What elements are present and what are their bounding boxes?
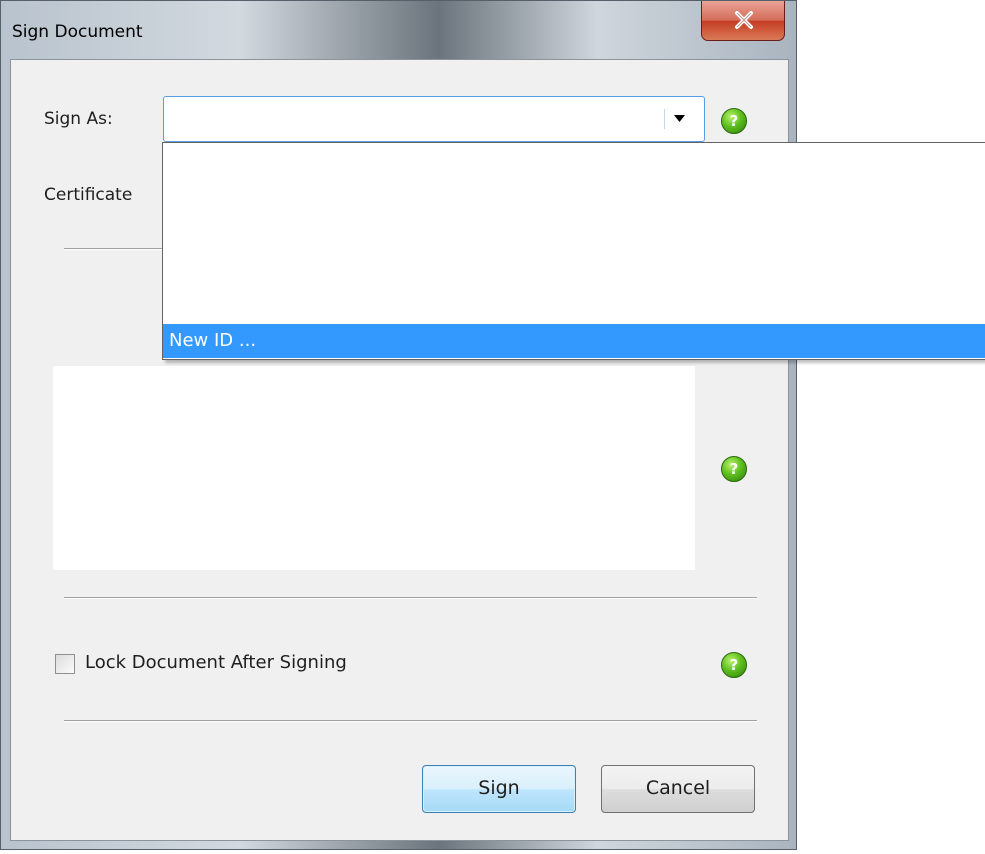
separator bbox=[64, 248, 164, 250]
chevron-down-icon bbox=[674, 115, 685, 122]
sign-as-combobox[interactable] bbox=[163, 96, 705, 142]
cancel-button[interactable]: Cancel bbox=[601, 765, 755, 813]
appearance-preview bbox=[53, 366, 695, 570]
sign-button[interactable]: Sign bbox=[422, 765, 576, 813]
dropdown-item-new-id[interactable]: New ID ... bbox=[163, 324, 985, 358]
sign-as-label: Sign As: bbox=[44, 109, 113, 129]
sign-as-dropdown-list: New ID ... bbox=[162, 142, 985, 360]
lock-document-checkbox[interactable] bbox=[55, 654, 75, 674]
help-icon[interactable]: ? bbox=[721, 652, 747, 678]
separator bbox=[64, 597, 757, 599]
close-icon bbox=[735, 11, 753, 29]
title-bar[interactable]: Sign Document bbox=[1, 1, 796, 59]
lock-document-label[interactable]: Lock Document After Signing bbox=[85, 652, 347, 673]
help-icon[interactable]: ? bbox=[721, 456, 747, 482]
separator bbox=[64, 720, 757, 722]
sign-document-dialog: Sign Document Sign As: ? Certificate ? L… bbox=[0, 0, 797, 850]
help-icon[interactable]: ? bbox=[721, 108, 747, 134]
close-button[interactable] bbox=[701, 1, 785, 41]
certificate-label: Certificate bbox=[44, 185, 133, 205]
combobox-dropdown-button[interactable] bbox=[664, 109, 693, 129]
window-title: Sign Document bbox=[12, 22, 143, 42]
